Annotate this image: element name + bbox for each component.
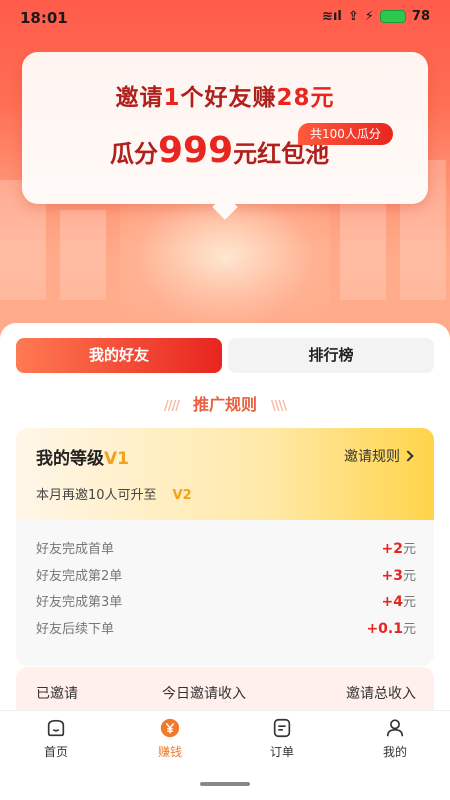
reward-row: 好友后续下单 +0.1元 xyxy=(36,621,416,638)
invite-rules-link[interactable]: 邀请规则 xyxy=(344,446,414,466)
order-icon xyxy=(273,718,291,738)
main-panel: 我的好友 排行榜 ////推广规则 \\\\ 我的等级V1 邀请规则 本月再邀10… xyxy=(0,323,450,727)
reward-row: 好友完成首单 +2元 xyxy=(36,541,416,557)
bottom-nav: 首页 赚钱 订单 我的 xyxy=(0,710,450,800)
network-icon: ⇪ xyxy=(347,9,359,24)
battery-icon xyxy=(379,10,406,23)
tab-ranking[interactable]: 排行榜 xyxy=(228,338,434,373)
upgrade-hint: 本月再邀10人可升至 V2 xyxy=(36,488,192,503)
left-decoration: //// xyxy=(163,399,180,414)
home-indicator[interactable] xyxy=(200,782,250,786)
yen-icon xyxy=(160,718,180,738)
promotion-rules-title: ////推广规则 \\\\ xyxy=(163,395,287,414)
status-bar: 18:01 ≋ıl ⇪ ⚡ 78 xyxy=(0,0,450,36)
participants-badge: 共100人瓜分 xyxy=(298,123,393,145)
tab-bar: 我的好友 排行榜 xyxy=(16,338,434,373)
level-header: 我的等级V1 邀请规则 本月再邀10人可升至 V2 xyxy=(16,428,434,520)
nav-home[interactable]: 首页 xyxy=(16,717,96,760)
stat-today-income: 今日邀请收入 xyxy=(162,686,246,702)
nav-earn[interactable]: 赚钱 xyxy=(130,717,210,760)
battery-level: 78 xyxy=(411,9,430,24)
reward-row: 好友完成第3单 +4元 xyxy=(36,594,416,611)
chevron-right-icon xyxy=(402,450,414,462)
nav-profile[interactable]: 我的 xyxy=(355,717,435,760)
level-card: 我的等级V1 邀请规则 本月再邀10人可升至 V2 好友完成首单 +2元 好友完成… xyxy=(16,428,434,666)
signal-icon: ≋ıl xyxy=(322,9,342,24)
tab-my-friends[interactable]: 我的好友 xyxy=(16,338,222,373)
nav-orders[interactable]: 订单 xyxy=(242,717,322,760)
charging-icon: ⚡ xyxy=(364,9,374,24)
my-level: 我的等级V1 xyxy=(36,449,129,469)
right-decoration: \\\\ xyxy=(271,399,287,414)
promo-subline: 瓜分999元红包池 xyxy=(110,130,330,171)
profile-icon xyxy=(386,719,404,737)
promo-card: 邀请1个好友赚28元 瓜分999元红包池 共100人瓜分 xyxy=(22,52,428,220)
promo-headline: 邀请1个好友赚28元 xyxy=(115,85,335,111)
reward-row: 好友完成第2单 +3元 xyxy=(36,567,416,584)
stat-total-income: 邀请总收入 xyxy=(346,686,416,702)
home-icon xyxy=(47,719,65,737)
status-time: 18:01 xyxy=(20,9,68,27)
stat-invited: 已邀请 xyxy=(36,686,78,702)
reward-list: 好友完成首单 +2元 好友完成第2单 +3元 好友完成第3单 +4元 好友后续下… xyxy=(36,534,416,641)
